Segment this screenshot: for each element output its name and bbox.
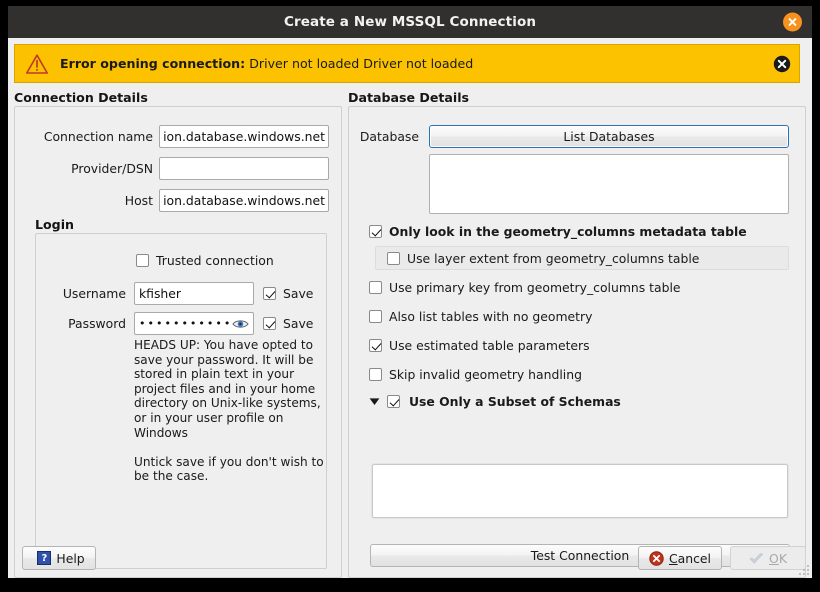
cancel-button-rest: ancel — [677, 550, 711, 566]
title-bar: Create a New MSSQL Connection — [8, 6, 812, 38]
window-title: Create a New MSSQL Connection — [283, 14, 537, 30]
mssql-connection-dialog: Create a New MSSQL Connection Error open… — [0, 0, 820, 592]
ok-button[interactable]: OK — [730, 546, 806, 570]
cancel-button-label: Cancel — [669, 550, 711, 566]
cancel-icon — [649, 550, 664, 566]
dialog-button-bar: ? Help Cancel OK — [8, 38, 812, 578]
help-button[interactable]: ? Help — [22, 546, 96, 570]
cancel-button[interactable]: Cancel — [638, 546, 722, 570]
ok-icon — [749, 552, 764, 563]
resize-grip[interactable] — [798, 564, 809, 575]
help-button-label: Help — [56, 550, 85, 566]
dialog-body: Error opening connection: Driver not loa… — [8, 38, 812, 578]
close-icon[interactable] — [783, 12, 802, 32]
ok-button-label: OK — [769, 550, 787, 566]
help-icon: ? — [37, 551, 52, 565]
ok-button-rest: K — [778, 550, 787, 566]
